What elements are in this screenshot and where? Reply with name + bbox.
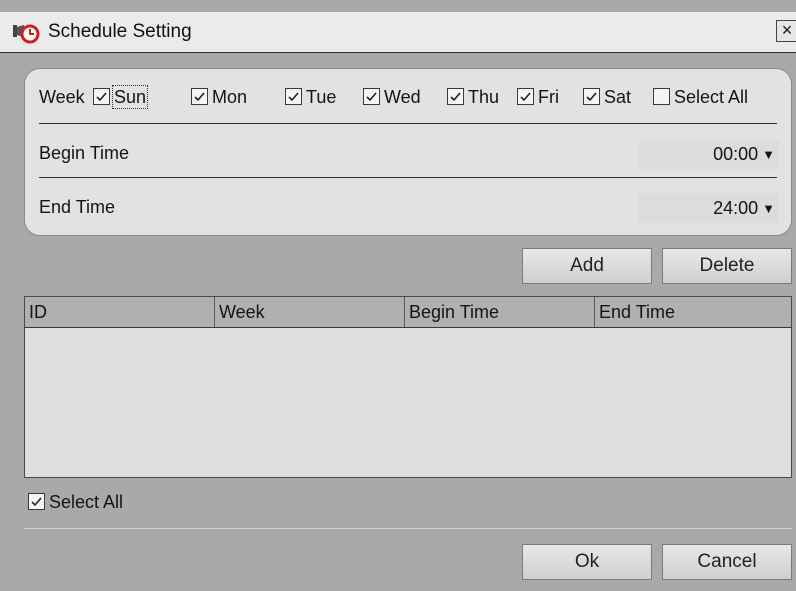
checkbox[interactable]	[653, 88, 670, 105]
select-all-label: Select All	[674, 87, 749, 107]
end-time-row: End Time 24:00 ▼	[39, 193, 779, 223]
end-time-select[interactable]: 24:00 ▼	[639, 193, 779, 223]
column-header-id[interactable]: ID	[25, 297, 215, 327]
begin-time-row: Begin Time 00:00 ▼	[39, 139, 779, 169]
table-header: ID Week Begin Time End Time	[25, 297, 791, 328]
add-button[interactable]: Add	[522, 248, 652, 284]
day-label: Fri	[538, 87, 559, 107]
day-checkbox-tue[interactable]: Tue	[285, 87, 336, 113]
day-label: Thu	[468, 87, 500, 107]
day-label: Wed	[384, 87, 421, 107]
close-icon: ×	[781, 20, 793, 40]
day-checkbox-sat[interactable]: Sat	[583, 87, 631, 113]
checkbox[interactable]	[191, 88, 208, 105]
day-checkbox-mon[interactable]: Mon	[191, 87, 247, 113]
week-row: Week Sun Mon Tue Wed Thu Fri Sat Select …	[39, 83, 784, 115]
day-label: Sun	[111, 85, 149, 109]
day-checkbox-sun[interactable]: Sun	[93, 85, 149, 113]
day-label: Tue	[306, 87, 337, 107]
schedule-table: ID Week Begin Time End Time	[24, 296, 792, 478]
footer-divider	[24, 528, 792, 529]
begin-time-label: Begin Time	[39, 143, 130, 163]
day-checkbox-wed[interactable]: Wed	[363, 87, 421, 113]
column-header-end-time[interactable]: End Time	[595, 297, 791, 327]
title-bar: Schedule Setting ×	[0, 12, 796, 53]
table-body	[25, 328, 791, 477]
caret-down-icon: ▼	[762, 147, 775, 162]
divider	[39, 123, 777, 124]
select-all-days-checkbox[interactable]: Select All	[653, 87, 748, 113]
check-icon	[96, 92, 107, 102]
checkbox[interactable]	[583, 88, 600, 105]
alarm-clock-icon	[12, 19, 40, 45]
column-header-week[interactable]: Week	[215, 297, 405, 327]
end-time-label: End Time	[39, 197, 116, 217]
day-checkbox-fri[interactable]: Fri	[517, 87, 559, 113]
week-label: Week	[39, 87, 85, 107]
check-icon	[520, 92, 531, 102]
check-icon	[31, 497, 42, 507]
select-all-rows-label: Select All	[49, 492, 124, 512]
checkbox[interactable]	[285, 88, 302, 105]
checkbox[interactable]	[447, 88, 464, 105]
checkbox[interactable]	[517, 88, 534, 105]
check-icon	[194, 92, 205, 102]
check-icon	[288, 92, 299, 102]
caret-down-icon: ▼	[762, 201, 775, 216]
cancel-button[interactable]: Cancel	[662, 544, 792, 580]
day-label: Mon	[212, 87, 248, 107]
window-title: Schedule Setting	[48, 21, 192, 42]
check-icon	[450, 92, 461, 102]
schedule-settings-panel: Week Sun Mon Tue Wed Thu Fri Sat Select …	[24, 68, 792, 236]
day-label: Sat	[604, 87, 632, 107]
ok-button[interactable]: Ok	[522, 544, 652, 580]
begin-time-select[interactable]: 00:00 ▼	[639, 139, 779, 169]
checkbox[interactable]	[363, 88, 380, 105]
divider	[39, 177, 777, 178]
check-icon	[366, 92, 377, 102]
select-all-rows-checkbox[interactable]: Select All	[28, 492, 123, 518]
begin-time-value: 00:00	[713, 144, 759, 164]
check-icon	[586, 92, 597, 102]
end-time-value: 24:00	[713, 198, 759, 218]
checkbox[interactable]	[93, 88, 110, 105]
checkbox[interactable]	[28, 493, 45, 510]
close-button[interactable]: ×	[776, 20, 796, 42]
delete-button[interactable]: Delete	[662, 248, 792, 284]
day-checkbox-thu[interactable]: Thu	[447, 87, 499, 113]
column-header-begin-time[interactable]: Begin Time	[405, 297, 595, 327]
